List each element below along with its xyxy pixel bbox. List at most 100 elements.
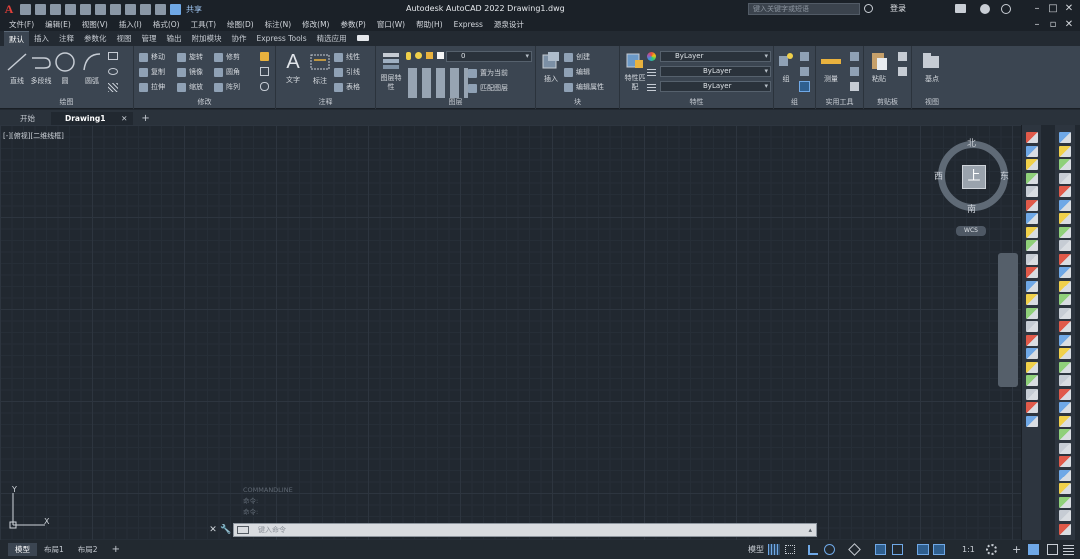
scale-tool[interactable]: 缩放 xyxy=(177,81,203,94)
new-file-icon[interactable] xyxy=(20,3,31,15)
menu-parametric[interactable]: 参数(P) xyxy=(340,19,365,30)
panel-properties-label[interactable]: 特性 xyxy=(620,97,773,107)
toolbar-tool-icon[interactable] xyxy=(1059,213,1071,224)
menu-express[interactable]: Express xyxy=(454,20,483,29)
panel-groups-label[interactable]: 组 xyxy=(774,97,815,107)
linetype-dropdown[interactable]: ByLayer xyxy=(660,66,771,77)
panel-layers-label[interactable]: 图层 xyxy=(376,97,535,107)
tab-start[interactable]: 开始 xyxy=(6,112,49,125)
explode-icon[interactable] xyxy=(260,67,269,76)
menu-help[interactable]: 帮助(H) xyxy=(416,19,443,30)
copy-clip-icon[interactable] xyxy=(898,67,907,76)
panel-clipboard-label[interactable]: 剪贴板 xyxy=(864,97,911,107)
toolbar-tool-icon[interactable] xyxy=(1059,253,1071,265)
customize-icon[interactable] xyxy=(155,3,166,15)
toolbar-tool-icon[interactable] xyxy=(1059,361,1071,373)
cut-icon[interactable] xyxy=(898,52,907,61)
layout-tab-2[interactable]: 布局2 xyxy=(71,543,105,556)
tab-output[interactable]: 输出 xyxy=(162,31,187,46)
drawing-area[interactable]: [-][俯视][二维线框] 上 北 南 东 西 WCS Y X COMMANDL… xyxy=(0,125,1021,540)
tab-featured-apps[interactable]: 精选应用 xyxy=(312,31,352,46)
menu-tools[interactable]: 工具(T) xyxy=(191,19,216,30)
new-tab-icon[interactable]: + xyxy=(135,112,155,125)
autodesk-a360-icon[interactable] xyxy=(980,4,990,14)
panel-modify-label[interactable]: 修改 xyxy=(134,97,275,107)
toolbar-tool-icon[interactable] xyxy=(1026,267,1038,278)
toolbar-tool-icon[interactable] xyxy=(1026,361,1038,373)
dimension-tool[interactable]: 标注 xyxy=(305,50,335,86)
isolate-objects-icon[interactable] xyxy=(1028,544,1039,555)
menu-window[interactable]: 窗口(W) xyxy=(377,19,405,30)
tab-view[interactable]: 视图 xyxy=(112,31,137,46)
edit-attribute-tool[interactable]: 编辑属性 xyxy=(564,81,604,94)
layout-tab-model[interactable]: 模型 xyxy=(8,543,37,556)
object-track-icon[interactable] xyxy=(875,544,886,555)
panel-block-label[interactable]: 块 xyxy=(536,97,619,107)
calculator-icon[interactable] xyxy=(850,82,859,91)
text-tool[interactable]: A 文字 xyxy=(278,50,308,85)
toolbar-tool-icon[interactable] xyxy=(1059,240,1071,251)
auto-scale-icon[interactable] xyxy=(933,544,945,555)
layer-lock-icon[interactable] xyxy=(426,52,433,59)
compass-west[interactable]: 西 xyxy=(934,169,943,182)
toolbar-tool-icon[interactable] xyxy=(1026,402,1038,413)
toolbar-tool-icon[interactable] xyxy=(1059,496,1071,508)
ortho-icon[interactable] xyxy=(808,545,818,555)
osnap-icon[interactable] xyxy=(892,544,903,555)
hatch-icon[interactable] xyxy=(108,83,118,92)
array-tool[interactable]: 阵列 xyxy=(214,81,240,94)
toolbar-tool-icon[interactable] xyxy=(1026,213,1038,224)
rotate-tool[interactable]: 旋转 xyxy=(177,51,203,64)
offset-icon[interactable] xyxy=(260,82,269,91)
tab-express-tools[interactable]: Express Tools xyxy=(252,31,312,46)
workspace-gear-icon[interactable] xyxy=(986,544,997,555)
help-icon[interactable] xyxy=(1001,4,1011,14)
login-link[interactable]: 登录 xyxy=(890,0,906,18)
navigation-bar[interactable] xyxy=(998,253,1018,387)
circle-tool[interactable]: 圆 xyxy=(50,50,80,86)
toolbar-tool-icon[interactable] xyxy=(1026,321,1038,332)
edit-block-tool[interactable]: 编辑 xyxy=(564,66,590,79)
layer-dropdown[interactable]: 0 xyxy=(446,51,532,62)
insert-block-tool[interactable]: 插入 xyxy=(536,50,566,84)
stretch-tool[interactable]: 拉伸 xyxy=(139,81,165,94)
minimize-button[interactable]: – xyxy=(1030,0,1044,18)
doc-restore-button[interactable]: ▫ xyxy=(1046,18,1060,31)
linetype-icon[interactable] xyxy=(647,68,656,76)
tab-collaborate[interactable]: 协作 xyxy=(227,31,252,46)
toolbar-tool-icon[interactable] xyxy=(1026,415,1038,427)
base-view-tool[interactable]: 基点 xyxy=(916,50,948,84)
compass-east[interactable]: 东 xyxy=(1000,169,1009,182)
toolbar-tool-icon[interactable] xyxy=(1059,510,1071,521)
snap-icon[interactable] xyxy=(785,545,795,554)
undo-icon[interactable] xyxy=(125,3,136,15)
toolbar-tool-icon[interactable] xyxy=(1059,267,1071,278)
search-input[interactable]: 键入关键字或短语 xyxy=(748,3,860,15)
command-line-close-icon[interactable]: ✕ xyxy=(207,525,219,535)
menu-file[interactable]: 文件(F) xyxy=(9,19,34,30)
toolbar-tool-icon[interactable] xyxy=(1026,294,1038,305)
toolbar-tool-icon[interactable] xyxy=(1026,159,1038,170)
create-block-tool[interactable]: 创建 xyxy=(564,51,590,64)
group-tool[interactable]: 组 xyxy=(774,50,798,84)
lineweight-dropdown[interactable]: ByLayer xyxy=(660,81,771,92)
toolbar-tool-icon[interactable] xyxy=(1059,334,1071,346)
toolbar-tool-icon[interactable] xyxy=(1059,442,1071,454)
quick-select-icon[interactable] xyxy=(850,52,859,61)
toolbar-tool-icon[interactable] xyxy=(1026,240,1038,251)
group-select-icon[interactable] xyxy=(799,81,810,92)
measure-tool[interactable]: 测量 xyxy=(816,50,846,84)
command-prompt-icon[interactable] xyxy=(237,526,249,534)
menu-draw[interactable]: 绘图(D) xyxy=(227,19,254,30)
grid-icon[interactable] xyxy=(768,544,780,555)
doc-minimize-button[interactable]: – xyxy=(1030,18,1044,31)
tab-addins[interactable]: 附加模块 xyxy=(187,31,227,46)
toolbar-tool-icon[interactable] xyxy=(1026,226,1038,238)
toolbar-tool-icon[interactable] xyxy=(1059,186,1071,197)
toolbar-tool-icon[interactable] xyxy=(1059,523,1071,535)
add-layout-icon[interactable]: + xyxy=(105,543,127,556)
save-as-icon[interactable] xyxy=(65,3,76,15)
copy-tool[interactable]: 复制 xyxy=(139,66,165,79)
select-all-icon[interactable] xyxy=(850,67,859,76)
toolbar-tool-icon[interactable] xyxy=(1026,172,1038,184)
